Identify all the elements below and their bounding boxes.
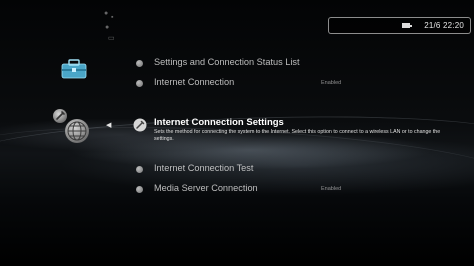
bullet-icon: [136, 166, 143, 173]
menu-item-internet-connection-test[interactable]: Internet Connection Test: [136, 163, 253, 173]
faded-dot-icon: ●: [105, 24, 110, 31]
menu-item-label: Settings and Connection Status List: [154, 57, 300, 67]
menu-item-media-server-connection[interactable]: Media Server Connection: [136, 183, 258, 193]
bullet-icon: [136, 80, 143, 87]
menu-item-label: Internet Connection Test: [154, 163, 254, 173]
toolbox-icon[interactable]: [60, 59, 88, 79]
xmb-screen: ● ▪ ● ▭ 21/6 22:20 ◀ Settings and Connec…: [0, 0, 474, 266]
faded-dot-icon: ●: [104, 10, 109, 17]
menu-item-label: Media Server Connection: [154, 183, 258, 193]
bullet-icon: [136, 60, 143, 67]
menu-item-internet-connection-settings[interactable]: Internet Connection Settings: [154, 117, 284, 128]
wrench-icon[interactable]: [133, 118, 147, 132]
arrow-left-icon: ◀: [106, 122, 112, 129]
menu-item-internet-connection[interactable]: Internet Connection: [136, 77, 234, 87]
bullet-icon: [136, 186, 143, 193]
datetime: 21/6 22:20: [424, 21, 464, 30]
menu-item-description: Sets the method for connecting the syste…: [154, 129, 441, 142]
menu-item-value: Enabled: [321, 186, 342, 192]
faded-pad-icon: ▭: [108, 35, 115, 42]
battery-icon: [402, 23, 413, 28]
status-bar: 21/6 22:20: [328, 17, 471, 34]
network-settings-icon[interactable]: [51, 107, 93, 149]
menu-item-label: Internet Connection: [154, 77, 235, 87]
menu-item-settings-status-list[interactable]: Settings and Connection Status List: [136, 57, 300, 67]
faded-square-icon: ▪: [111, 14, 114, 21]
menu-item-value: Enabled: [321, 80, 342, 86]
